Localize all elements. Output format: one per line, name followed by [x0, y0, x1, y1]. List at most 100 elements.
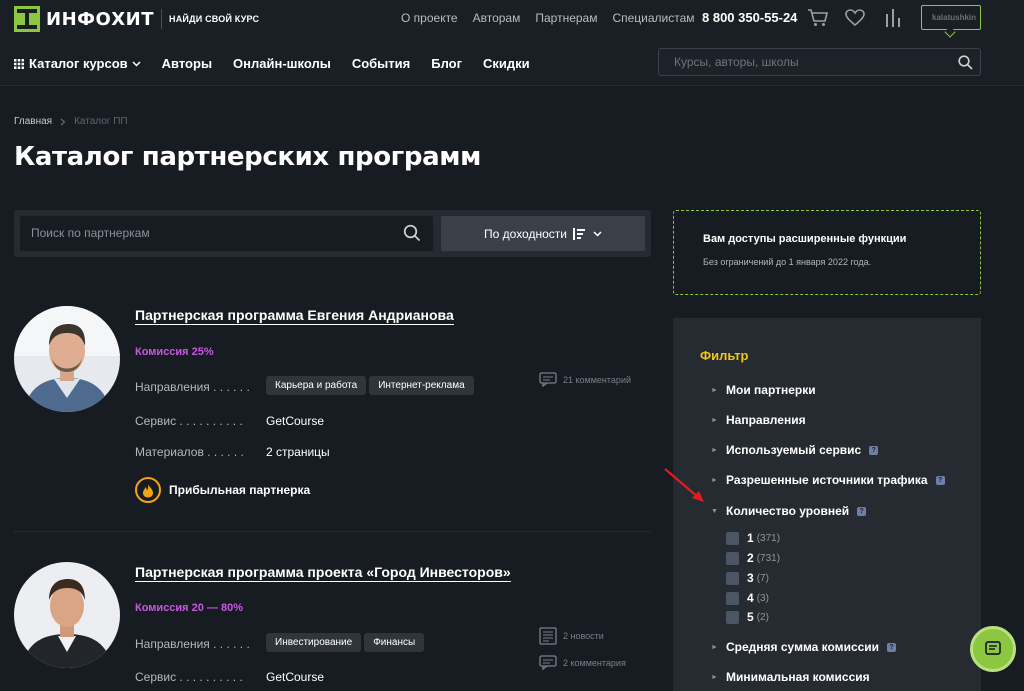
help-icon[interactable]: ?	[887, 642, 897, 652]
filter-avg-commission[interactable]: ► Средняя сумма комиссии ?	[711, 640, 897, 654]
top-links: О проекте Авторам Партнерам Специалистам	[401, 11, 710, 25]
sort-dropdown[interactable]: По доходности	[441, 216, 645, 251]
level-value: 3	[747, 571, 754, 585]
user-account-button[interactable]: kalatushkin	[921, 5, 981, 30]
level-option-5[interactable]: 5 (2)	[726, 610, 769, 624]
news-meta[interactable]: 2 новости	[539, 627, 604, 645]
level-count: (2)	[756, 611, 769, 623]
commission-label: Комиссия 25%	[135, 346, 214, 358]
filter-item-label: Направления	[726, 413, 806, 427]
avatar[interactable]	[14, 306, 120, 412]
direction-tag[interactable]: Инвестирование	[266, 633, 362, 652]
help-icon[interactable]: ?	[935, 475, 945, 485]
comments-meta[interactable]: 21 комментарий	[539, 372, 631, 387]
chat-icon	[985, 641, 1001, 655]
notice-subtitle: Без ограничений до 1 января 2022 года.	[703, 257, 872, 267]
logo-divider	[161, 9, 163, 29]
level-option-3[interactable]: 3 (7)	[726, 571, 769, 585]
heart-icon[interactable]	[845, 9, 865, 27]
filter-title: Фильтр	[700, 348, 749, 363]
filter-directions[interactable]: ► Направления	[711, 413, 806, 427]
top-link-authors[interactable]: Авторам	[473, 11, 521, 25]
phone-number[interactable]: 8 800 350-55-24	[702, 10, 797, 25]
help-icon[interactable]: ?	[857, 506, 867, 516]
level-count: (731)	[756, 552, 781, 564]
chat-button[interactable]	[970, 626, 1016, 672]
comments-count: 2 комментария	[563, 657, 626, 668]
search-icon[interactable]	[958, 55, 973, 70]
sort-icon	[572, 227, 585, 240]
top-link-about[interactable]: О проекте	[401, 11, 458, 25]
level-value: 1	[747, 531, 754, 545]
card-title-link[interactable]: Партнерская программа Евгения Андрианова	[135, 307, 454, 325]
breadcrumb-current: Каталог ПП	[74, 116, 128, 127]
annotation-arrow	[664, 468, 704, 502]
directions-tags: Карьера и работа Интернет-реклама	[266, 376, 477, 395]
level-option-2[interactable]: 2 (731)	[726, 551, 780, 565]
sort-label: По доходности	[484, 226, 567, 241]
level-checkbox[interactable]	[726, 571, 739, 585]
nav-catalog-dropdown[interactable]: Каталог курсов	[14, 56, 141, 71]
level-value: 4	[747, 591, 754, 605]
filter-item-label: Средняя сумма комиссии	[726, 640, 880, 654]
page-title: Каталог партнерских программ	[14, 142, 481, 172]
level-checkbox[interactable]	[726, 591, 739, 605]
nav-authors[interactable]: Авторы	[162, 56, 212, 71]
level-checkbox[interactable]	[726, 551, 739, 565]
stats-icon[interactable]	[885, 8, 901, 28]
direction-tag[interactable]: Финансы	[364, 633, 425, 652]
help-icon[interactable]: ?	[869, 445, 879, 455]
logo[interactable]: ИНФОХИТ НАЙДИ СВОЙ КУРС	[14, 6, 259, 32]
card-title-link[interactable]: Партнерская программа проекта «Город Инв…	[135, 564, 511, 582]
search-icon[interactable]	[403, 224, 421, 242]
filter-my-partners[interactable]: ► Мои партнерки	[711, 383, 816, 397]
level-value: 2	[747, 551, 754, 565]
site-search-input[interactable]	[674, 55, 934, 69]
comment-icon	[539, 655, 557, 670]
notice-title: Вам доступы расширенные функции	[703, 233, 907, 245]
level-count: (7)	[756, 572, 769, 584]
service-value: GetCourse	[266, 670, 325, 684]
top-link-partners[interactable]: Партнерам	[535, 11, 597, 25]
direction-tag[interactable]: Карьера и работа	[266, 376, 367, 395]
nav-online-schools[interactable]: Онлайн-школы	[233, 56, 331, 71]
filter-levels-count[interactable]: ▼ Количество уровней ?	[711, 504, 867, 518]
direction-tag[interactable]: Интернет-реклама	[369, 376, 474, 395]
level-option-4[interactable]: 4 (3)	[726, 591, 769, 605]
avatar[interactable]	[14, 562, 120, 668]
breadcrumb-home[interactable]: Главная	[14, 116, 52, 127]
level-count: (371)	[756, 532, 781, 544]
directions-label: Направления . . . . . .	[135, 380, 250, 394]
level-checkbox[interactable]	[726, 610, 739, 624]
profitable-badge: Прибыльная партнерка	[135, 477, 310, 503]
filter-min-commission[interactable]: ► Минимальная комиссия	[711, 670, 870, 684]
comment-icon	[539, 372, 557, 387]
comments-meta[interactable]: 2 комментария	[539, 655, 626, 670]
chevron-down-icon	[593, 230, 602, 237]
partner-search-input[interactable]	[31, 226, 391, 240]
filter-item-label: Разрешенные источники трафика	[726, 473, 928, 487]
chevron-down-icon	[132, 60, 141, 67]
filter-service[interactable]: ► Используемый сервис ?	[711, 443, 879, 457]
caret-right-icon: ►	[711, 643, 718, 651]
main-nav: Каталог курсов Авторы Онлайн-школы Событ…	[14, 56, 551, 71]
filter-traffic-sources[interactable]: ► Разрешенные источники трафика ?	[711, 473, 945, 487]
partner-search	[20, 216, 433, 251]
nav-events[interactable]: События	[352, 56, 410, 71]
nav-blog[interactable]: Блог	[431, 56, 462, 71]
card-divider	[14, 531, 651, 532]
fire-icon	[135, 477, 161, 503]
grid-icon	[14, 58, 24, 69]
caret-right-icon: ►	[711, 416, 718, 424]
level-value: 5	[747, 610, 754, 624]
username-label: kalatushkin	[932, 13, 977, 22]
cart-icon[interactable]	[807, 9, 829, 27]
level-option-1[interactable]: 1 (371)	[726, 531, 780, 545]
top-link-specialists[interactable]: Специалистам	[612, 11, 694, 25]
extended-features-notice: Вам доступы расширенные функции Без огра…	[673, 210, 981, 295]
directions-tags: Инвестирование Финансы	[266, 633, 427, 652]
level-checkbox[interactable]	[726, 531, 739, 545]
nav-discounts[interactable]: Скидки	[483, 56, 530, 71]
breadcrumb: Главная Каталог ПП	[14, 116, 128, 127]
nav-catalog-label: Каталог курсов	[29, 56, 128, 71]
